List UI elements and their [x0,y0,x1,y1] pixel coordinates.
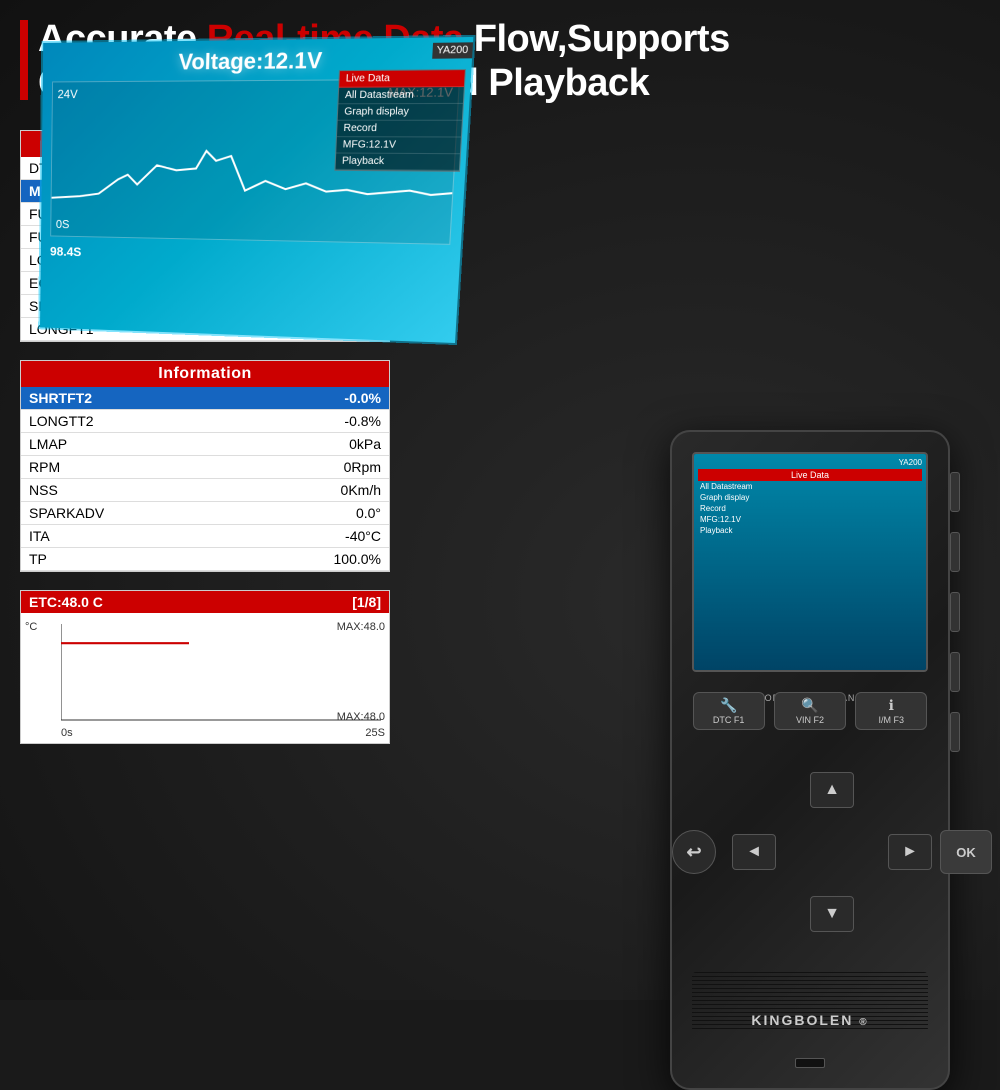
ya200-screen-label: YA200 [698,458,922,467]
screen-content: YA200 Live Data All Datastream Graph dis… [694,454,926,670]
header-accent-bar [20,20,28,100]
screen-record: Record [698,503,922,514]
nav-left-button[interactable]: ◄ [732,834,776,870]
im-button[interactable]: ℹ I/M F3 [855,692,927,730]
screen-mfg: MFG:12.1V [698,514,922,525]
row-label: SPARKADV [21,502,238,525]
nav-up-button[interactable]: ▲ [810,772,854,808]
row-label: LMAP [21,433,238,456]
row-value: 100.0% [238,548,389,571]
back-button[interactable]: ↩ [672,830,716,874]
screen-menu: Live DataAll DatastreamGraph displayReco… [334,69,466,172]
side-button-1[interactable] [950,472,960,512]
nav-right-button[interactable]: ► [888,834,932,870]
graph-y-label: °C [25,621,37,633]
menu-item[interactable]: MFG:12.1V [336,137,461,154]
graph-title-right: [1/8] [352,594,381,610]
dtc-icon: 🔧 [720,697,737,714]
im-label: I/M F3 [879,715,905,725]
trademark: ® [859,1017,868,1028]
table-row: RPM0Rpm [21,456,389,479]
graph-x-end: 25S [365,727,385,739]
row-value: 0Km/h [238,479,389,502]
row-value: -40°C [238,525,389,548]
screen-overlay: Voltage:12.1V 24V MAX:12.1V 0S Live Data… [38,35,475,345]
vin-button[interactable]: 🔍 VIN F2 [774,692,846,730]
dtc-label: DTC F1 [713,715,745,725]
ya200-badge: YA200 [432,42,473,58]
row-value: 0.0° [238,502,389,525]
screen-graph-display: Graph display [698,492,922,503]
row-value: -0.0% [238,387,389,410]
side-button-5[interactable] [950,712,960,752]
graph-area: °C MAX:48.0 MAX:48.0 0s 25S [21,613,389,743]
row-value: 0Rpm [238,456,389,479]
screen-playback: Playback [698,525,922,536]
device-body: YA200 Live Data All Datastream Graph dis… [670,430,950,1090]
panel2-header: Information [21,361,389,387]
graph-svg [61,621,381,723]
table-row: SHRTFT2-0.0% [21,387,389,410]
table-row: TP100.0% [21,548,389,571]
row-value: 0kPa [238,433,389,456]
graph-max-bottom: MAX:48.0 [337,711,385,723]
row-label: RPM [21,456,238,479]
usb-port [795,1058,825,1068]
menu-item[interactable]: Live Data [339,70,465,88]
graph-max-top: MAX:48.0 [337,621,385,633]
menu-item[interactable]: Playback [335,154,459,171]
screen-live-data: Live Data [698,469,922,481]
table-row: LONGTT2-0.8% [21,410,389,433]
side-button-2[interactable] [950,532,960,572]
device-body-wrapper: YA200 Live Data All Datastream Graph dis… [640,270,980,970]
side-button-3[interactable] [950,592,960,632]
table-row: ITA-40°C [21,525,389,548]
menu-item[interactable]: All Datastream [338,87,463,104]
brand-label: KINGBOLEN ® [692,1012,928,1028]
device-screen: YA200 Live Data All Datastream Graph dis… [692,452,928,672]
dtc-button[interactable]: 🔧 DTC F1 [693,692,765,730]
nav-cluster: ↩ ▲ ◄ ► ▼ OK [732,772,932,932]
row-value: -0.8% [238,410,389,433]
row-label: LONGTT2 [21,410,238,433]
graph-header: ETC:48.0 C [1/8] [21,591,389,613]
info-panel-2: Information SHRTFT2-0.0%LONGTT2-0.8%LMAP… [20,360,390,572]
brand-name: KINGBOLEN [751,1012,853,1028]
row-label: ITA [21,525,238,548]
side-button-4[interactable] [950,652,960,692]
vin-label: VIN F2 [796,715,824,725]
ok-button[interactable]: OK [940,830,992,874]
function-buttons: 🔧 DTC F1 🔍 VIN F2 ℹ I/M F3 [692,692,928,730]
row-label: TP [21,548,238,571]
row-label: SHRTFT2 [21,387,238,410]
time-display: 98.4S [41,241,461,272]
nav-down-button[interactable]: ▼ [810,896,854,932]
table-row: LMAP0kPa [21,433,389,456]
vin-icon: 🔍 [801,697,818,714]
screen-bg: Voltage:12.1V 24V MAX:12.1V 0S Live Data… [40,37,473,343]
graph-panel: ETC:48.0 C [1/8] °C MAX:48.0 MAX:48.0 0s… [20,590,390,744]
table-row: NSS0Km/h [21,479,389,502]
table-row: SPARKADV0.0° [21,502,389,525]
menu-item[interactable]: Graph display [338,104,463,121]
im-icon: ℹ [889,697,894,714]
row-label: NSS [21,479,238,502]
panel2-table: SHRTFT2-0.0%LONGTT2-0.8%LMAP0kPaRPM0RpmN… [21,387,389,571]
graph-x-start: 0s [61,727,73,739]
menu-item[interactable]: Record [337,121,462,138]
screen-all-datastream: All Datastream [698,481,922,492]
graph-title-left: ETC:48.0 C [29,594,103,610]
